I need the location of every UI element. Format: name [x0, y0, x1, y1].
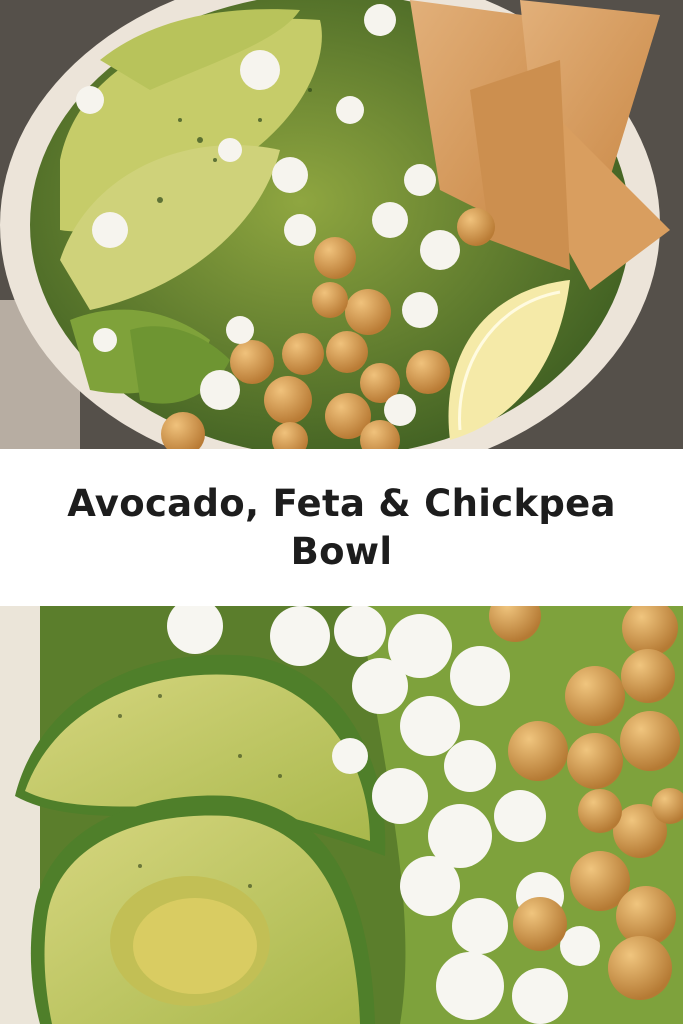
avocado-feta-chickpea-bowl-photo	[0, 0, 683, 449]
top-bowl-photo	[0, 0, 683, 449]
bottom-closeup-photo	[0, 606, 683, 1024]
avocado-feta-chickpea-closeup-photo	[0, 606, 683, 1024]
title-band: Avocado, Feta & Chickpea Bowl	[0, 449, 683, 606]
pin-card: Avocado, Feta & Chickpea Bowl	[0, 0, 683, 1024]
recipe-title: Avocado, Feta & Chickpea Bowl	[67, 481, 616, 573]
